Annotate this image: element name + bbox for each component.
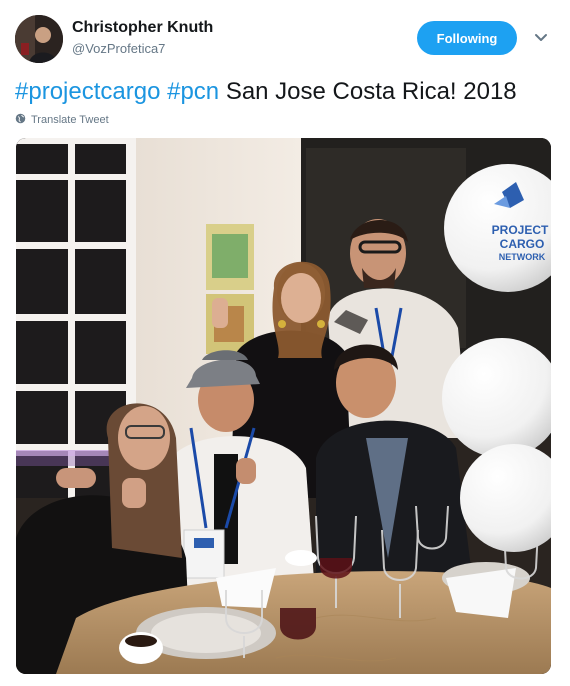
display-name[interactable]: Christopher Knuth	[72, 19, 213, 37]
chevron-down-icon[interactable]	[531, 28, 551, 48]
following-button[interactable]: Following	[417, 21, 517, 55]
group-photo: PROJECT CARGO NETWORK	[16, 138, 551, 674]
tweet-header: Christopher Knuth @VozProfetica7 Followi…	[0, 0, 570, 76]
balloon-logo-line: PROJECT	[492, 223, 549, 237]
globe-icon	[15, 113, 26, 127]
translate-label: Translate Tweet	[31, 114, 109, 126]
tweet-body-text: San Jose Costa Rica! 2018	[225, 78, 517, 105]
avatar[interactable]	[15, 15, 63, 63]
tweet-text: #projectcargo #pcn San Jose Costa Rica! …	[15, 76, 517, 108]
user-handle[interactable]: @VozProfetica7	[72, 41, 165, 56]
balloon-logo-line: NETWORK	[499, 252, 546, 262]
balloon-logo-line: CARGO	[500, 237, 545, 251]
avatar-image	[15, 15, 63, 63]
hashtag-link[interactable]: #pcn	[167, 78, 219, 105]
hashtag-link[interactable]: #projectcargo	[15, 78, 160, 105]
tweet-photo[interactable]: PROJECT CARGO NETWORK	[16, 138, 551, 674]
translate-tweet-link[interactable]: Translate Tweet	[15, 112, 109, 128]
